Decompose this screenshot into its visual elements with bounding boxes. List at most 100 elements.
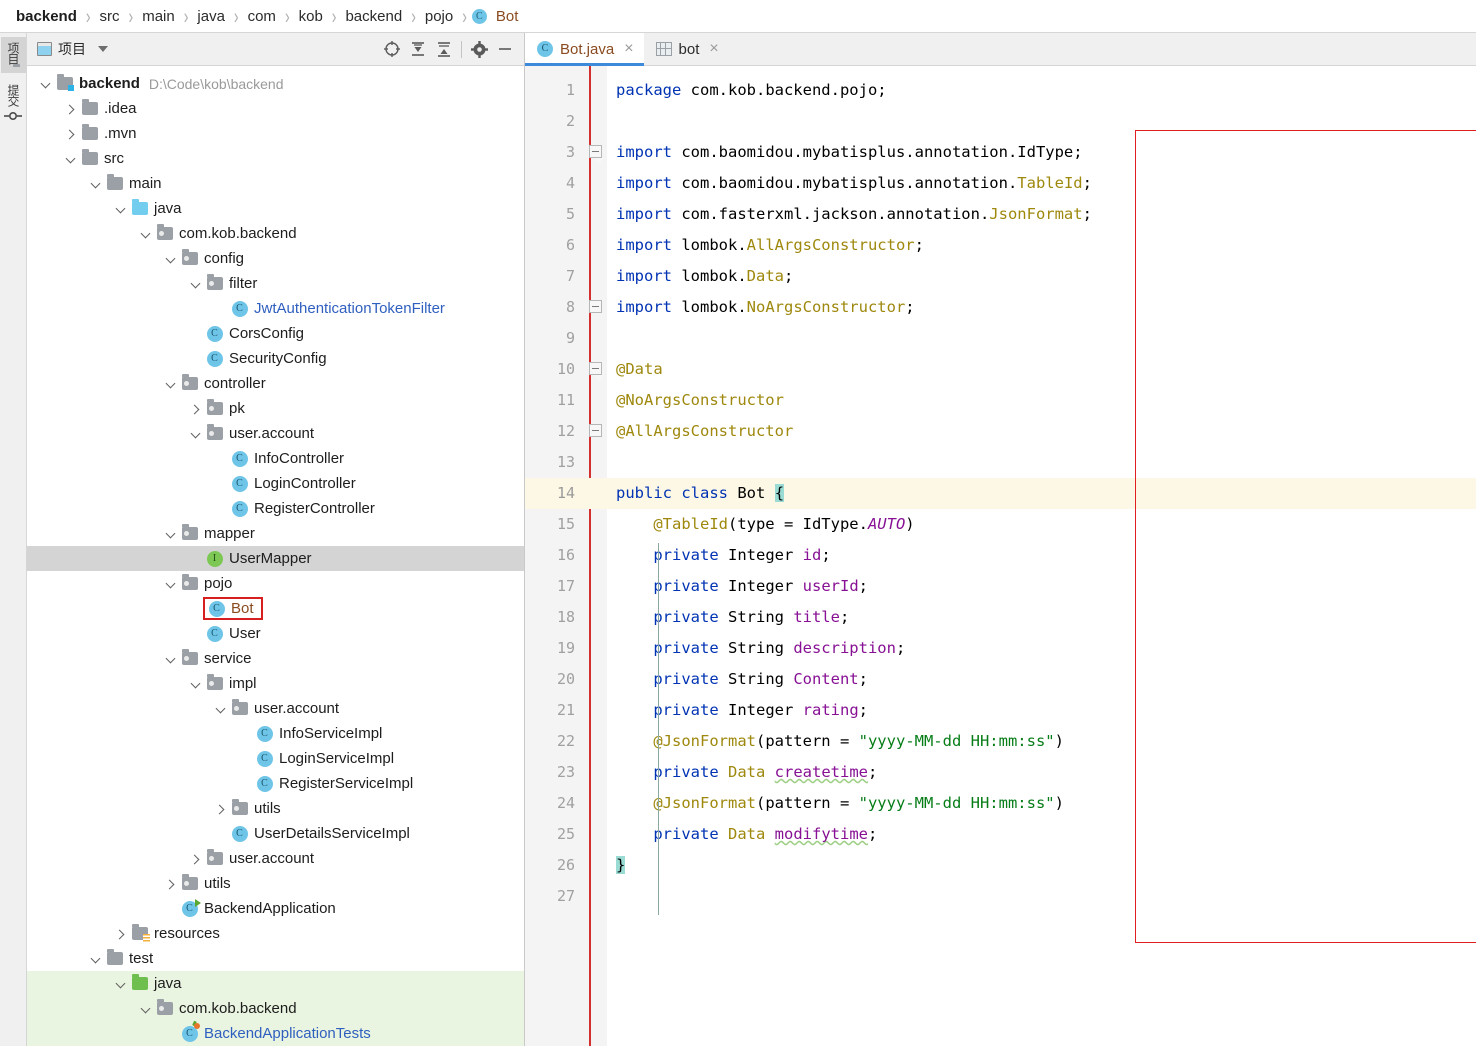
tree-node[interactable]: C SecurityConfig: [27, 346, 524, 371]
fold-slot[interactable]: [585, 137, 607, 168]
fold-slot[interactable]: [585, 323, 607, 354]
tree-node[interactable]: C CorsConfig: [27, 321, 524, 346]
fold-slot[interactable]: [585, 788, 607, 819]
tree-node[interactable]: C RegisterServiceImpl: [27, 771, 524, 796]
fold-slot[interactable]: [585, 664, 607, 695]
chevron-right-icon[interactable]: [64, 127, 78, 141]
breadcrumb-item-com[interactable]: com: [244, 8, 280, 25]
breadcrumb-item-main[interactable]: main: [138, 8, 179, 25]
fold-slot[interactable]: [585, 385, 607, 416]
tree-node[interactable]: C LoginServiceImpl: [27, 746, 524, 771]
chevron-down-icon[interactable]: [89, 177, 103, 191]
chevron-right-icon[interactable]: [164, 877, 178, 891]
fold-slot[interactable]: [585, 602, 607, 633]
chevron-down-icon[interactable]: [90, 36, 116, 62]
chevron-down-icon[interactable]: [214, 702, 228, 716]
chevron-right-icon[interactable]: [189, 852, 203, 866]
minus-icon[interactable]: [492, 36, 518, 62]
tree-node[interactable]: com.kob.backend: [27, 996, 524, 1021]
selected-node-highlight[interactable]: C Bot: [203, 597, 263, 620]
fold-slot[interactable]: [585, 230, 607, 261]
chevron-down-icon[interactable]: [114, 977, 128, 991]
tree-node[interactable]: .mvn: [27, 121, 524, 146]
code-text[interactable]: package com.kob.backend.pojo; import com…: [607, 66, 1476, 1046]
tree-node[interactable]: java: [27, 196, 524, 221]
fold-slot[interactable]: [585, 509, 607, 540]
tree-node[interactable]: C JwtAuthenticationTokenFilter: [27, 296, 524, 321]
editor-tab-bot[interactable]: bot ×: [644, 33, 729, 65]
tree-node[interactable]: C User: [27, 621, 524, 646]
fold-slot[interactable]: [585, 726, 607, 757]
tree-node[interactable]: user.account: [27, 846, 524, 871]
breadcrumb-item-bot[interactable]: C Bot: [471, 8, 523, 25]
tree-node[interactable]: java: [27, 971, 524, 996]
tree-node[interactable]: impl: [27, 671, 524, 696]
chevron-down-icon[interactable]: [189, 427, 203, 441]
fold-slot[interactable]: [585, 850, 607, 881]
tree-node[interactable]: .idea: [27, 96, 524, 121]
fold-slot[interactable]: [585, 757, 607, 788]
fold-slot[interactable]: [585, 354, 607, 385]
tree-node[interactable]: C BackendApplicationTests: [27, 1021, 524, 1046]
project-title-button[interactable]: 项目: [33, 37, 90, 61]
chevron-right-icon[interactable]: [114, 927, 128, 941]
fold-collapse-icon[interactable]: [589, 300, 602, 313]
chevron-right-icon[interactable]: [214, 802, 228, 816]
fold-slot[interactable]: [585, 292, 607, 323]
chevron-down-icon[interactable]: [164, 527, 178, 541]
tree-node[interactable]: main: [27, 171, 524, 196]
gear-icon[interactable]: [466, 36, 492, 62]
chevron-down-icon[interactable]: [139, 1002, 153, 1016]
chevron-down-icon[interactable]: [189, 677, 203, 691]
breadcrumb-item-pojo[interactable]: pojo: [421, 8, 457, 25]
code-fold-strip[interactable]: [585, 66, 607, 1046]
fold-slot[interactable]: [585, 168, 607, 199]
chevron-down-icon[interactable]: [64, 152, 78, 166]
fold-slot[interactable]: [585, 819, 607, 850]
chevron-down-icon[interactable]: [164, 252, 178, 266]
tree-node[interactable]: src: [27, 146, 524, 171]
tree-node[interactable]: C UserDetailsServiceImpl: [27, 821, 524, 846]
fold-slot[interactable]: [585, 695, 607, 726]
chevron-right-icon[interactable]: [64, 102, 78, 116]
chevron-down-icon[interactable]: [164, 577, 178, 591]
fold-slot[interactable]: [585, 571, 607, 602]
chevron-down-icon[interactable]: [39, 77, 53, 91]
breadcrumb-item-java[interactable]: java: [193, 8, 229, 25]
fold-collapse-icon[interactable]: [589, 145, 604, 164]
collapse-all-icon[interactable]: [431, 36, 457, 62]
fold-slot[interactable]: [585, 881, 607, 912]
fold-collapse-icon[interactable]: [589, 424, 602, 437]
tree-node[interactable]: C LoginController: [27, 471, 524, 496]
fold-slot[interactable]: [585, 106, 607, 137]
editor-tab-bot-java[interactable]: C Bot.java ×: [525, 33, 644, 66]
fold-slot[interactable]: [585, 478, 607, 509]
close-icon[interactable]: ×: [624, 41, 633, 57]
breadcrumb-item-src[interactable]: src: [96, 8, 124, 25]
crosshair-icon[interactable]: [379, 36, 405, 62]
tree-node[interactable]: config: [27, 246, 524, 271]
tree-node[interactable]: resources: [27, 921, 524, 946]
chevron-down-icon[interactable]: [114, 202, 128, 216]
editor-body[interactable]: 1 2 3 4 5 6 7 8 9 10 11 12 13 14 15 16 17 18 19 20 21 22 23 24 2…: [525, 66, 1476, 1046]
fold-slot[interactable]: [585, 447, 607, 478]
tree-node[interactable]: C InfoController: [27, 446, 524, 471]
chevron-down-icon[interactable]: [189, 277, 203, 291]
expand-all-icon[interactable]: [405, 36, 431, 62]
tree-node[interactable]: utils: [27, 871, 524, 896]
fold-collapse-icon[interactable]: [589, 362, 604, 381]
fold-slot[interactable]: [585, 199, 607, 230]
tree-node[interactable]: backend D:\Code\kob\backend: [27, 71, 524, 96]
tree-node[interactable]: C InfoServiceImpl: [27, 721, 524, 746]
tree-node[interactable]: C RegisterController: [27, 496, 524, 521]
sidebar-item-project[interactable]: 项目: [0, 37, 26, 73]
tree-node[interactable]: pk: [27, 396, 524, 421]
tree-node[interactable]: pojo: [27, 571, 524, 596]
chevron-down-icon[interactable]: [164, 652, 178, 666]
chevron-right-icon[interactable]: [189, 402, 203, 416]
breadcrumb-item-backend[interactable]: backend: [341, 8, 406, 25]
fold-slot[interactable]: [585, 416, 607, 447]
chevron-down-icon[interactable]: [89, 952, 103, 966]
tree-node[interactable]: filter: [27, 271, 524, 296]
tree-node[interactable]: user.account: [27, 421, 524, 446]
